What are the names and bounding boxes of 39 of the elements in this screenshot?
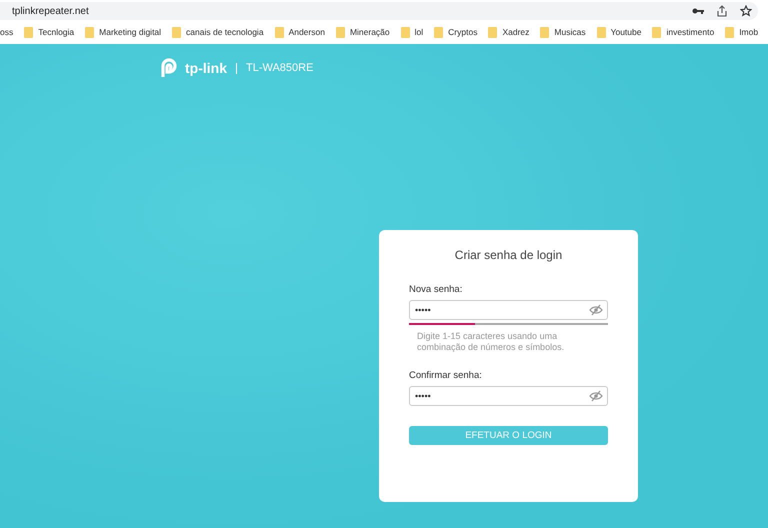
folder-icon: [652, 26, 662, 38]
brand-name: tp-link: [185, 60, 227, 76]
bookmark[interactable]: Anderson: [274, 26, 325, 38]
bookmark[interactable]: Musicas: [540, 26, 586, 38]
folder-icon: [725, 26, 734, 38]
folder-icon: [540, 26, 550, 38]
hidden-eye-icon[interactable]: [589, 390, 603, 402]
card-title: Criar senha de login: [454, 248, 564, 262]
bookmark[interactable]: Cryptos: [434, 26, 478, 38]
hidden-eye-icon[interactable]: [589, 304, 603, 316]
field-label: Confirmar senha:: [409, 370, 483, 380]
folder-icon: [85, 26, 94, 38]
folder-icon: [434, 26, 444, 38]
hint-text: Digite 1-15 caracteres usando uma combinação de números e símbolos.: [416, 330, 566, 354]
bookmark[interactable]: Youtube: [596, 26, 642, 38]
bookmark[interactable]: investimento: [652, 26, 714, 38]
key-icon[interactable]: [692, 7, 704, 15]
folder-icon: [24, 26, 34, 38]
password-field[interactable]: •••••: [409, 300, 608, 320]
bookmark[interactable]: canais de tecnologia: [172, 26, 264, 38]
folder-icon: [336, 26, 345, 38]
bookmark[interactable]: oss: [0, 27, 14, 37]
folder-icon: [172, 26, 182, 38]
folder-icon: [400, 26, 410, 38]
folder-icon: [488, 26, 498, 38]
field-label: Nova senha:: [409, 284, 464, 295]
model-name: TL-WA850RE: [246, 62, 314, 74]
star-icon[interactable]: [740, 5, 752, 17]
bookmark[interactable]: Xadrez: [488, 26, 530, 38]
folder-icon: [274, 26, 284, 38]
bookmark[interactable]: Marketing digital: [85, 26, 162, 38]
bookmark[interactable]: Imob: [725, 26, 758, 38]
bookmark[interactable]: Mineração: [336, 26, 390, 38]
address-bar[interactable]: tplinkrepeater.net: [0, 2, 758, 20]
password-field[interactable]: •••••: [409, 386, 608, 406]
bookmark[interactable]: Tecnlogia: [24, 26, 74, 38]
share-icon[interactable]: [716, 5, 728, 17]
bookmark[interactable]: lol: [400, 26, 424, 38]
folder-icon: [596, 26, 606, 38]
